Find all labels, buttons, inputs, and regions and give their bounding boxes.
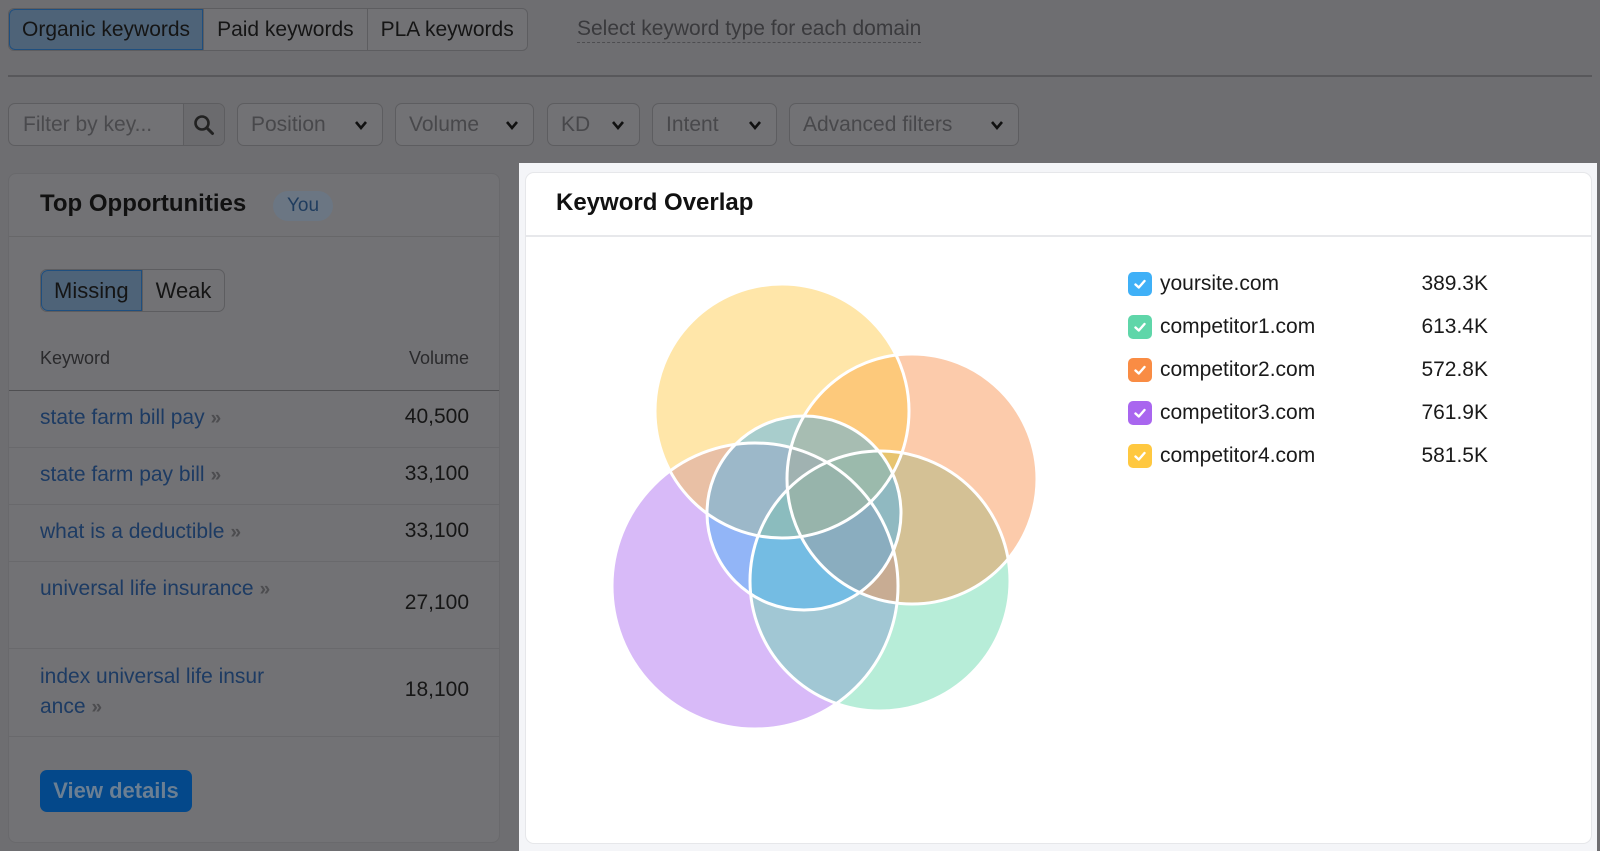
keyword-link[interactable]: universal life insurance» — [40, 574, 270, 605]
keyword-filter-input[interactable] — [9, 104, 183, 145]
check-icon — [1134, 279, 1146, 289]
double-chevron-right-icon: » — [210, 408, 221, 429]
advanced-filters-dropdown[interactable]: Advanced filters — [789, 103, 1019, 146]
keyword-text: state farm pay bill — [40, 463, 205, 486]
volume-column-header[interactable]: Volume — [409, 348, 469, 369]
domain-keyword-count: 581.5K — [1421, 443, 1488, 467]
keyword-text: state farm bill pay — [40, 406, 205, 429]
view-details-button[interactable]: View details — [40, 770, 192, 812]
keyword-type-hint-link[interactable]: Select keyword type for each domain — [577, 16, 922, 43]
keyword-volume: 33,100 — [404, 519, 469, 542]
keyword-overlap-title: Keyword Overlap — [556, 189, 754, 216]
double-chevron-right-icon: » — [91, 697, 102, 718]
keyword-link[interactable]: index universal life insurance» — [40, 662, 272, 723]
segment-missing[interactable]: Missing — [41, 270, 142, 311]
legend-item-competitor4[interactable]: competitor4.com 581.5K — [1128, 434, 1488, 477]
keyword-volume: 18,100 — [404, 678, 469, 701]
domain-name: competitor1.com — [1160, 314, 1316, 338]
legend-item-competitor1[interactable]: competitor1.com 613.4K — [1128, 305, 1488, 348]
domain-checkbox[interactable] — [1128, 357, 1152, 382]
keyword-type-tabs: Organic keywords Paid keywords PLA keywo… — [8, 8, 528, 51]
keyword-volume: 33,100 — [404, 462, 469, 485]
table-row: universal life insurance» 27,100 — [9, 562, 499, 649]
check-icon — [1134, 322, 1146, 332]
chevron-down-icon — [355, 120, 367, 130]
table-row: index universal life insurance» 18,100 — [9, 649, 499, 737]
check-icon — [1134, 408, 1146, 418]
kd-filter-dropdown[interactable]: KD — [547, 103, 640, 146]
domain-keyword-count: 613.4K — [1421, 314, 1488, 338]
domain-keyword-count: 761.9K — [1421, 400, 1488, 424]
chevron-down-icon — [749, 120, 761, 130]
domain-keyword-count: 389.3K — [1421, 271, 1488, 295]
domain-keyword-count: 572.8K — [1421, 357, 1488, 381]
keyword-filter-search — [8, 103, 225, 146]
keyword-column-header[interactable]: Keyword — [40, 348, 110, 369]
keyword-text: universal life insurance — [40, 577, 254, 600]
section-divider — [8, 75, 1592, 77]
advanced-filters-label: Advanced filters — [803, 112, 953, 136]
keyword-link[interactable]: state farm pay bill» — [40, 460, 340, 491]
keyword-text: index universal life insurance — [40, 665, 265, 718]
domain-checkbox[interactable] — [1128, 314, 1152, 339]
panel-header-divider — [9, 236, 499, 237]
domain-name: competitor4.com — [1160, 443, 1316, 467]
double-chevron-right-icon: » — [230, 522, 240, 543]
legend-item-yoursite[interactable]: yoursite.com 389.3K — [1128, 262, 1488, 305]
check-icon — [1134, 451, 1146, 461]
double-chevron-right-icon: » — [259, 579, 270, 600]
table-row: what is a deductible» 33,100 — [9, 505, 499, 562]
keyword-overlap-card: Keyword Overlap yoursite.com 389.3K comp… — [525, 172, 1592, 844]
keyword-link[interactable]: what is a deductible» — [40, 517, 340, 548]
top-opportunities-panel: Top Opportunities You Missing Weak Keywo… — [8, 173, 500, 843]
table-row: state farm pay bill» 33,100 — [9, 448, 499, 505]
position-filter-dropdown[interactable]: Position — [237, 103, 383, 146]
domain-name: competitor3.com — [1160, 400, 1316, 424]
volume-filter-dropdown[interactable]: Volume — [395, 103, 534, 146]
domain-checkbox[interactable] — [1128, 400, 1152, 425]
domain-name: competitor2.com — [1160, 357, 1316, 381]
check-icon — [1134, 365, 1146, 375]
domain-checkbox[interactable] — [1128, 443, 1152, 468]
intent-filter-dropdown[interactable]: Intent — [652, 103, 777, 146]
tab-organic-keywords[interactable]: Organic keywords — [9, 9, 205, 50]
volume-filter-label: Volume — [409, 112, 480, 136]
search-icon — [194, 114, 214, 135]
tab-paid-keywords[interactable]: Paid keywords — [204, 9, 368, 50]
chevron-down-icon — [506, 120, 518, 130]
keyword-link[interactable]: state farm bill pay» — [40, 403, 340, 434]
chevron-down-icon — [612, 120, 624, 130]
double-chevron-right-icon: » — [210, 465, 221, 486]
chevron-down-icon — [991, 120, 1003, 130]
keyword-text: what is a deductible — [40, 520, 225, 543]
domain-checkbox[interactable] — [1128, 271, 1152, 296]
legend-item-competitor2[interactable]: competitor2.com 572.8K — [1128, 348, 1488, 391]
keyword-volume: 40,500 — [404, 405, 469, 428]
domain-name: yoursite.com — [1160, 271, 1280, 295]
table-row: state farm bill pay» 40,500 — [9, 391, 499, 448]
intent-filter-label: Intent — [666, 112, 719, 136]
kd-filter-label: KD — [561, 112, 591, 136]
card-header-divider — [526, 235, 1591, 237]
position-filter-label: Position — [251, 112, 326, 136]
segment-weak[interactable]: Weak — [141, 270, 225, 311]
tab-pla-keywords[interactable]: PLA keywords — [367, 9, 527, 50]
domain-legend: yoursite.com 389.3K competitor1.com 613.… — [1128, 262, 1488, 477]
legend-item-competitor3[interactable]: competitor3.com 761.9K — [1128, 391, 1488, 434]
keyword-volume: 27,100 — [404, 591, 469, 614]
you-badge: You — [273, 191, 334, 221]
top-opportunities-title: Top Opportunities — [40, 190, 247, 217]
search-button[interactable] — [183, 104, 224, 145]
missing-weak-toggle: Missing Weak — [40, 269, 226, 312]
